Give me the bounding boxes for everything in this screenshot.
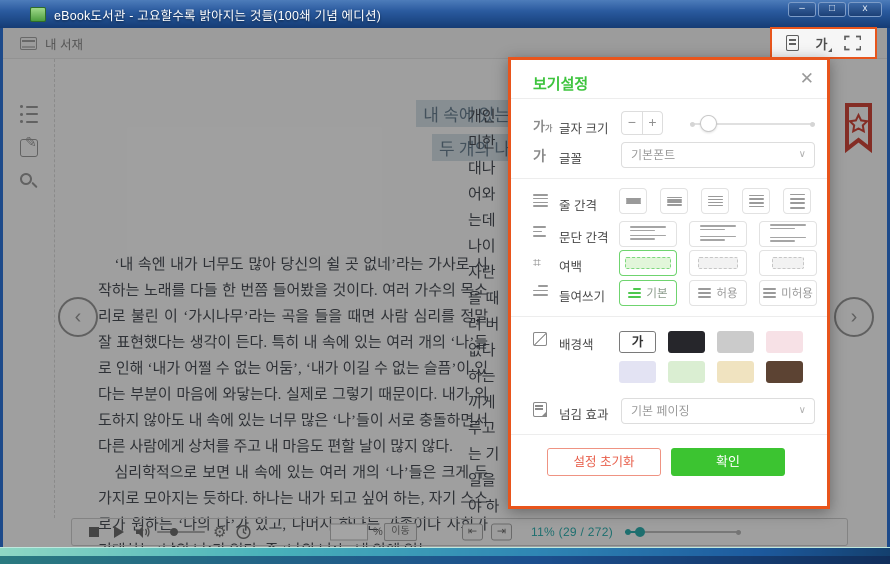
maximize-button[interactable]: □ (818, 2, 846, 17)
confirm-button[interactable]: 확인 (671, 448, 785, 476)
font-size-label: 글자 크기 (559, 118, 608, 137)
indent-icon (533, 285, 548, 296)
line-spacing-option-3[interactable] (701, 188, 729, 214)
font-label: 글꼴 (559, 148, 582, 167)
line-spacing-label: 줄 간격 (559, 195, 597, 214)
line-spacing-option-5[interactable] (783, 188, 811, 214)
page-effect-value: 기본 페이징 (631, 404, 690, 418)
window-bottom-frame (0, 547, 890, 564)
background-color-icon (533, 332, 547, 346)
fullscreen-icon[interactable] (844, 35, 861, 51)
background-color-label: 배경색 (559, 334, 594, 353)
dialog-close-icon[interactable]: ✕ (800, 69, 814, 89)
margin-icon: ⌗ (533, 254, 541, 271)
view-settings-dialog: 보기설정 ✕ 가가 글자 크기 − + 가 글꼴 기본폰트 ∨ 줄 간격 (508, 57, 830, 509)
paragraph-spacing-label: 문단 간격 (559, 227, 608, 246)
paragraph-spacing-icon (533, 226, 546, 237)
bg-swatch-green[interactable] (668, 361, 705, 383)
font-select[interactable]: 기본폰트 ∨ (621, 142, 815, 168)
minimize-button[interactable]: – (788, 2, 816, 17)
app-icon (30, 7, 46, 22)
page-effect-icon (533, 402, 547, 417)
font-size-stepper: − + (621, 111, 663, 135)
font-size-increase-button[interactable]: + (642, 111, 663, 135)
reset-settings-button[interactable]: 설정 초기화 (547, 448, 661, 476)
page-effect-select[interactable]: 기본 페이징 ∨ (621, 398, 815, 424)
line-spacing-option-1[interactable] (619, 188, 647, 214)
bg-swatch-cream[interactable] (717, 361, 754, 383)
dialog-title: 보기설정 (533, 73, 588, 94)
bg-swatch-lavender[interactable] (619, 361, 656, 383)
indent-label: 들여쓰기 (559, 286, 605, 305)
margin-option-3[interactable] (759, 250, 817, 276)
indent-option-disallow[interactable]: 미허용 (759, 280, 817, 306)
font-size-slider-knob[interactable] (700, 115, 717, 132)
paragraph-spacing-option-2[interactable] (689, 221, 747, 247)
bg-swatch-white-selected[interactable]: 가 (619, 331, 656, 353)
font-size-tool-icon[interactable]: 가 (816, 34, 828, 53)
view-settings-icon[interactable] (786, 35, 799, 51)
bg-swatch-pink[interactable] (766, 331, 803, 353)
viewer-tools-highlight: 가 (770, 27, 877, 59)
font-icon: 가 (533, 146, 546, 166)
window-title: eBook도서관 - 고요할수록 밝아지는 것들(100쇄 기념 에디션) (54, 5, 381, 24)
font-size-slider[interactable] (690, 115, 815, 132)
chevron-down-icon: ∨ (799, 399, 806, 423)
paragraph-spacing-option-1[interactable] (619, 221, 677, 247)
chevron-down-icon: ∨ (799, 143, 806, 167)
line-spacing-option-2[interactable] (660, 188, 688, 214)
margin-option-2[interactable] (689, 250, 747, 276)
title-bar: eBook도서관 - 고요할수록 밝아지는 것들(100쇄 기념 에디션) – … (0, 0, 890, 28)
font-size-icon: 가가 (533, 116, 552, 135)
margin-option-1-selected[interactable] (619, 250, 677, 276)
line-spacing-option-4[interactable] (742, 188, 770, 214)
indent-option-allow[interactable]: 허용 (689, 280, 747, 306)
indent-option-default-selected[interactable]: 기본 (619, 280, 677, 306)
page-effect-label: 넘김 효과 (559, 404, 608, 423)
bg-swatch-brown[interactable] (766, 361, 803, 383)
font-size-decrease-button[interactable]: − (621, 111, 642, 135)
paragraph-spacing-option-3[interactable] (759, 221, 817, 247)
bg-swatch-gray[interactable] (717, 331, 754, 353)
close-button[interactable]: x (848, 2, 882, 17)
app-window: eBook도서관 - 고요할수록 밝아지는 것들(100쇄 기념 에디션) – … (0, 0, 890, 564)
line-spacing-icon (533, 194, 548, 207)
margin-label: 여백 (559, 256, 582, 275)
font-select-value: 기본폰트 (631, 148, 675, 162)
bg-swatch-dark[interactable] (668, 331, 705, 353)
